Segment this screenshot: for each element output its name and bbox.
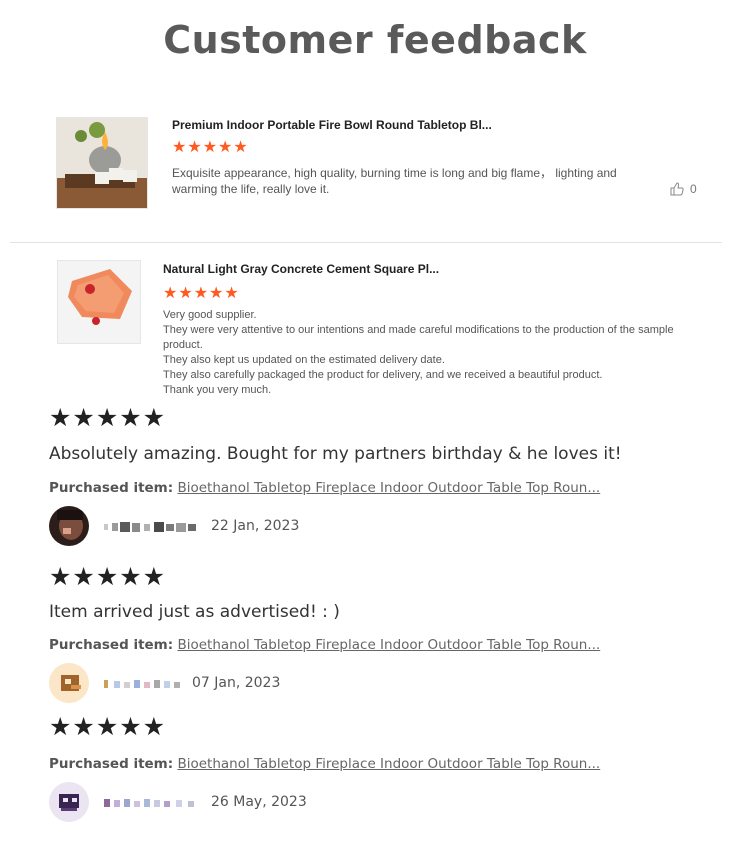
avatar[interactable] bbox=[49, 782, 89, 822]
username-redacted bbox=[104, 520, 200, 532]
redacted-username-image bbox=[104, 680, 180, 688]
review-line: Thank you very much. bbox=[163, 384, 272, 396]
rating-stars: ★★★★★ bbox=[49, 404, 167, 432]
review-line: Very good supplier. bbox=[163, 309, 257, 321]
review-line: They were very attentive to our intentio… bbox=[163, 324, 674, 351]
user-avatar-image bbox=[49, 663, 89, 703]
rating-stars: ★★★★★ bbox=[163, 285, 240, 302]
review-text: Very good supplier. They were very atten… bbox=[163, 308, 703, 398]
purchased-item: Purchased item: Bioethanol Tabletop Fire… bbox=[49, 637, 600, 653]
page-title: Customer feedback bbox=[163, 18, 587, 62]
thumbs-up-icon bbox=[670, 182, 684, 196]
review-text: Exquisite appearance, high quality, burn… bbox=[172, 166, 617, 196]
purchased-label: Purchased item: bbox=[49, 480, 174, 496]
review-date: 22 Jan, 2023 bbox=[211, 518, 300, 534]
user-avatar-image bbox=[49, 506, 89, 546]
review-date: 07 Jan, 2023 bbox=[192, 675, 281, 691]
purchased-item: Purchased item: Bioethanol Tabletop Fire… bbox=[49, 756, 600, 772]
username-redacted bbox=[104, 677, 184, 689]
rating-stars: ★★★★★ bbox=[49, 563, 167, 591]
review-line: They also kept us updated on the estimat… bbox=[163, 354, 445, 366]
redacted-username-image bbox=[104, 799, 194, 807]
concrete-plate-image bbox=[58, 261, 140, 343]
review-text: Absolutely amazing. Bought for my partne… bbox=[49, 444, 622, 464]
avatar[interactable] bbox=[49, 506, 89, 546]
divider bbox=[10, 242, 722, 243]
product-title[interactable]: Premium Indoor Portable Fire Bowl Round … bbox=[172, 118, 492, 132]
product-thumbnail-fire-bowl[interactable] bbox=[56, 117, 148, 209]
like-button[interactable]: 0 bbox=[670, 182, 697, 196]
product-title[interactable]: Natural Light Gray Concrete Cement Squar… bbox=[163, 262, 483, 276]
rating-stars: ★★★★★ bbox=[49, 713, 167, 741]
user-avatar-image bbox=[49, 782, 89, 822]
fire-bowl-image bbox=[57, 118, 147, 208]
review-line: They also carefully packaged the product… bbox=[163, 369, 603, 381]
purchased-item-link[interactable]: Bioethanol Tabletop Fireplace Indoor Out… bbox=[177, 480, 600, 496]
redacted-username-image bbox=[104, 522, 196, 532]
purchased-item-link[interactable]: Bioethanol Tabletop Fireplace Indoor Out… bbox=[177, 637, 600, 653]
like-count: 0 bbox=[690, 182, 697, 196]
avatar[interactable] bbox=[49, 663, 89, 703]
rating-stars: ★★★★★ bbox=[172, 139, 249, 156]
product-thumbnail-concrete-plate[interactable] bbox=[57, 260, 141, 344]
username-redacted bbox=[104, 796, 200, 808]
purchased-item-link[interactable]: Bioethanol Tabletop Fireplace Indoor Out… bbox=[177, 756, 600, 772]
review-text: Item arrived just as advertised! : ) bbox=[49, 602, 340, 622]
review-date: 26 May, 2023 bbox=[211, 794, 307, 810]
purchased-item: Purchased item: Bioethanol Tabletop Fire… bbox=[49, 480, 600, 496]
purchased-label: Purchased item: bbox=[49, 637, 174, 653]
purchased-label: Purchased item: bbox=[49, 756, 174, 772]
